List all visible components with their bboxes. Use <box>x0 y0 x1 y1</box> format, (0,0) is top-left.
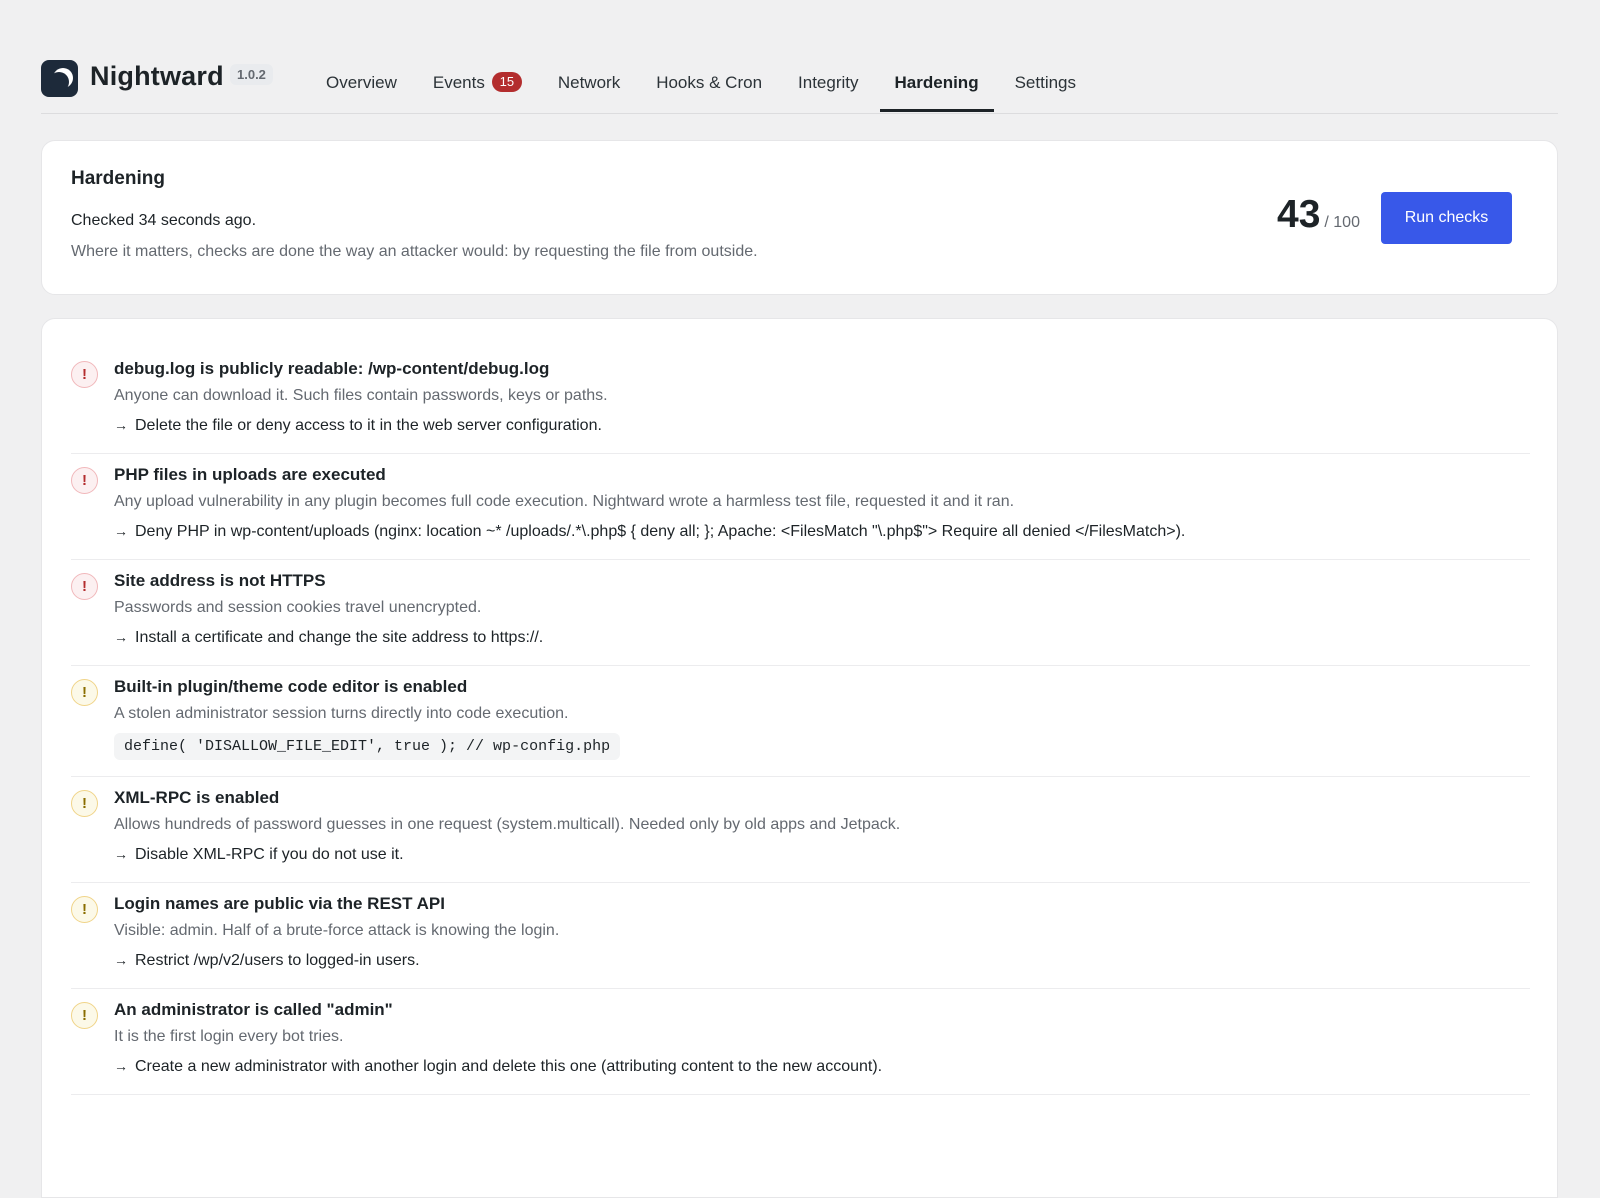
tab-hooks-cron[interactable]: Hooks & Cron <box>641 60 777 112</box>
tab-events[interactable]: Events 15 <box>418 60 537 112</box>
finding-item: ! Built-in plugin/theme code editor is e… <box>71 666 1530 777</box>
finding-title: Site address is not HTTPS <box>114 571 326 590</box>
tab-label: Hooks & Cron <box>656 73 763 92</box>
finding-item: ! debug.log is publicly readable: /wp-co… <box>71 348 1530 454</box>
arrow-right-icon: → <box>114 952 128 968</box>
finding-description: Anyone can download it. Such files conta… <box>114 387 608 404</box>
critical-alert-icon: ! <box>71 573 98 600</box>
tab-label: Overview <box>326 73 397 92</box>
app-root: Nightward 1.0.2 Overview Events 15 Netwo… <box>41 0 1558 1198</box>
arrow-right-icon: → <box>114 629 128 645</box>
warning-alert-icon: ! <box>71 896 98 923</box>
finding-description: A stolen administrator session turns dir… <box>114 705 569 722</box>
warning-alert-icon: ! <box>71 790 98 817</box>
tab-label: Settings <box>1014 73 1077 92</box>
finding-title: Login names are public via the REST API <box>114 894 445 913</box>
fix-text: Restrict /wp/v2/users to logged-in users… <box>135 952 420 969</box>
finding-title: debug.log is publicly readable: /wp-cont… <box>114 359 550 378</box>
finding-fix: → Install a certificate and change the si… <box>114 626 1530 649</box>
arrow-right-icon: → <box>114 846 128 862</box>
app-name: Nightward <box>90 61 224 91</box>
finding-description: Any upload vulnerability in any plugin b… <box>114 493 1015 510</box>
finding-description: Visible: admin. Half of a brute-force at… <box>114 922 560 939</box>
moon-cutout <box>49 72 69 92</box>
warning-alert-icon: ! <box>71 1002 98 1029</box>
tab-label: Hardening <box>894 73 979 92</box>
fix-text: Deny PHP in wp-content/uploads (nginx: l… <box>135 523 1186 540</box>
hardening-score: 43/ 100 <box>1277 193 1360 237</box>
fix-text: Disable XML-RPC if you do not use it. <box>135 846 404 863</box>
finding-item: ! Login names are public via the REST AP… <box>71 883 1530 989</box>
finding-title: An administrator is called "admin" <box>114 1000 393 1019</box>
findings-card: ! debug.log is publicly readable: /wp-co… <box>41 318 1558 1198</box>
warning-alert-icon: ! <box>71 679 98 706</box>
tab-network[interactable]: Network <box>543 60 635 112</box>
finding-description: It is the first login every bot tries. <box>114 1028 344 1045</box>
main-tabs: Overview Events 15 Network Hooks & Cron … <box>311 60 1097 113</box>
fix-code-snippet: define( 'DISALLOW_FILE_EDIT', true ); //… <box>114 733 621 760</box>
events-count-badge: 15 <box>491 72 522 92</box>
finding-title: XML-RPC is enabled <box>114 788 280 807</box>
tab-label: Events <box>432 73 485 92</box>
tab-settings[interactable]: Settings <box>1000 60 1091 112</box>
critical-alert-icon: ! <box>71 361 98 388</box>
finding-item: ! Site address is not HTTPS Passwords an… <box>71 560 1530 666</box>
finding-description: Passwords and session cookies travel une… <box>114 599 482 616</box>
finding-item: ! XML-RPC is enabled Allows hundreds of … <box>71 777 1530 883</box>
finding-fix: → Delete the file or deny access to it in… <box>114 414 1530 437</box>
run-checks-button[interactable]: Run checks <box>1381 192 1512 244</box>
finding-fix: → Create a new administrator with another… <box>114 1055 1530 1078</box>
fix-text: Install a certificate and change the sit… <box>135 629 544 646</box>
tab-hardening[interactable]: Hardening <box>879 60 994 112</box>
arrow-right-icon: → <box>114 1058 128 1074</box>
arrow-right-icon: → <box>114 417 128 433</box>
version-badge: 1.0.2 <box>230 64 273 85</box>
tab-label: Integrity <box>798 73 859 92</box>
finding-description: Allows hundreds of password guesses in o… <box>114 816 901 833</box>
page-title: Hardening <box>71 168 165 189</box>
tab-integrity[interactable]: Integrity <box>783 60 873 112</box>
finding-fix: → Disable XML-RPC if you do not use it. <box>114 843 1530 866</box>
findings-list: ! debug.log is publicly readable: /wp-co… <box>71 348 1530 1095</box>
critical-alert-icon: ! <box>71 467 98 494</box>
last-checked-text: Checked 34 seconds ago. <box>71 212 257 229</box>
crescent-moon-icon <box>41 60 78 97</box>
finding-title: Built-in plugin/theme code editor is ena… <box>114 677 468 696</box>
score-value: 43 <box>1277 193 1321 236</box>
top-header: Nightward 1.0.2 Overview Events 15 Netwo… <box>41 0 1558 114</box>
check-explanation: Where it matters, checks are done the wa… <box>71 243 758 260</box>
finding-fix: → Restrict /wp/v2/users to logged-in user… <box>114 949 1530 972</box>
tab-label: Network <box>557 73 621 92</box>
fix-text: Create a new administrator with another … <box>135 1058 883 1075</box>
arrow-right-icon: → <box>114 523 128 539</box>
fix-text: Delete the file or deny access to it in … <box>135 417 602 434</box>
hardening-summary-card: Hardening Checked 34 seconds ago. Where … <box>41 140 1558 295</box>
finding-item: ! PHP files in uploads are executed Any … <box>71 454 1530 560</box>
tab-overview[interactable]: Overview <box>311 60 412 112</box>
finding-title: PHP files in uploads are executed <box>114 465 386 484</box>
score-max: / 100 <box>1324 214 1360 231</box>
finding-fix: → Deny PHP in wp-content/uploads (nginx: … <box>114 520 1530 543</box>
finding-item: ! An administrator is called "admin" It … <box>71 989 1530 1095</box>
